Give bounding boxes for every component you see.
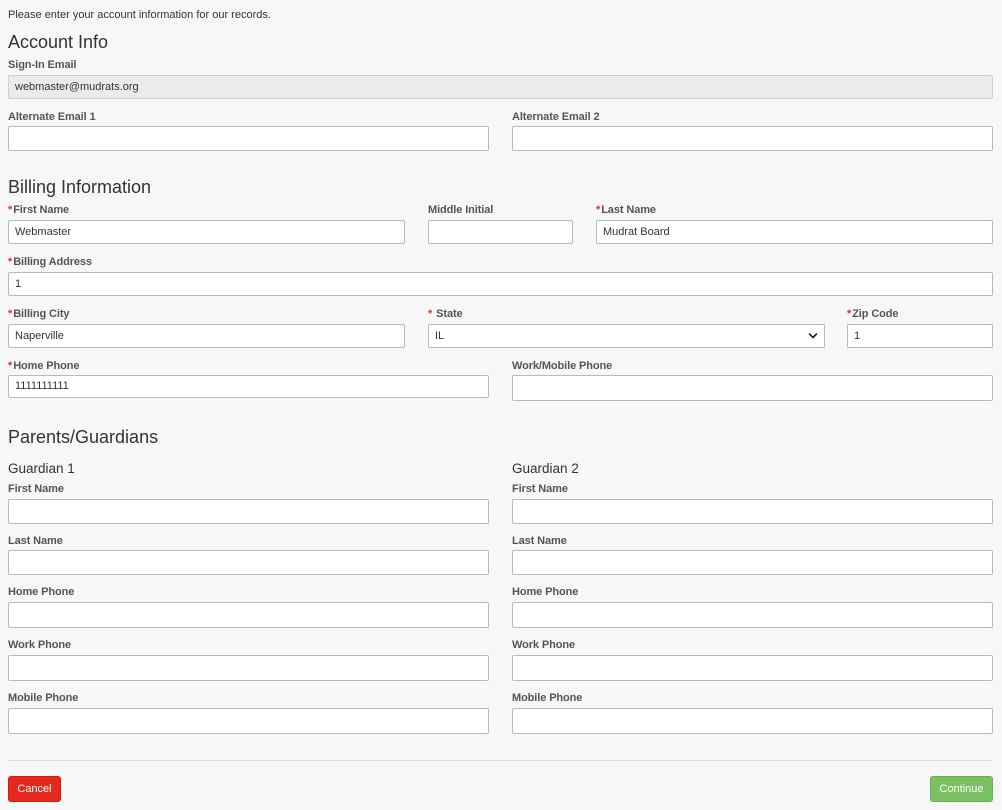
required-marker: *	[596, 204, 601, 216]
guardian-2-home-phone-label: Home Phone	[512, 586, 579, 598]
intro-text: Please enter your account information fo…	[8, 9, 271, 21]
last-name-label-text: Last Name	[601, 204, 656, 216]
first-name-input[interactable]: Webmaster	[8, 220, 405, 244]
guardian-1-home-phone-label: Home Phone	[8, 586, 75, 598]
work-mobile-phone-input[interactable]	[512, 375, 993, 401]
home-phone-label: *Home Phone	[8, 360, 80, 372]
first-name-label: *First Name	[8, 204, 69, 216]
home-phone-label-text: Home Phone	[13, 360, 80, 372]
guardian-2-last-name-label: Last Name	[512, 535, 567, 547]
signin-email-field: webmaster@mudrats.org	[8, 75, 993, 99]
work-mobile-phone-label: Work/Mobile Phone	[512, 360, 613, 372]
guardian-1-work-phone-input[interactable]	[8, 655, 489, 681]
continue-button[interactable]: Continue	[930, 776, 993, 802]
signin-email-label: Sign-In Email	[8, 59, 77, 71]
account-info-heading: Account Info	[8, 32, 109, 52]
middle-initial-label: Middle Initial	[428, 204, 494, 216]
guardian-1-last-name-label: Last Name	[8, 535, 63, 547]
required-marker: *	[8, 204, 13, 216]
middle-initial-input[interactable]	[428, 220, 573, 244]
zip-code-label: *Zip Code	[847, 308, 899, 320]
guardian-2-first-name-label: First Name	[512, 483, 568, 495]
zip-code-label-text: Zip Code	[852, 308, 899, 320]
billing-city-label-text: Billing City	[13, 308, 70, 320]
chevron-down-icon	[808, 333, 818, 339]
state-label: * State	[428, 308, 463, 320]
alternate-email-1-input[interactable]	[8, 126, 489, 151]
guardian-1-mobile-phone-input[interactable]	[8, 708, 489, 734]
guardian-2-mobile-phone-input[interactable]	[512, 708, 993, 734]
guardian-2-home-phone-input[interactable]	[512, 602, 993, 628]
guardian-2-last-name-input[interactable]	[512, 550, 993, 575]
last-name-input[interactable]: Mudrat Board	[596, 220, 993, 244]
alternate-email-1-label: Alternate Email 1	[8, 111, 96, 123]
guardian-2-title: Guardian 2	[512, 461, 579, 476]
alternate-email-2-input[interactable]	[512, 126, 993, 151]
state-selected-value: IL	[435, 330, 445, 342]
guardian-1-work-phone-label: Work Phone	[8, 639, 71, 651]
guardian-2-work-phone-label: Work Phone	[512, 639, 575, 651]
billing-address-input[interactable]: 1	[8, 272, 993, 296]
required-marker: *	[8, 360, 13, 372]
billing-city-label: *Billing City	[8, 308, 70, 320]
state-select[interactable]: IL	[428, 324, 825, 348]
guardian-1-first-name-input[interactable]	[8, 499, 489, 524]
guardian-1-mobile-phone-label: Mobile Phone	[8, 692, 79, 704]
footer-divider	[8, 760, 993, 761]
guardian-1-home-phone-input[interactable]	[8, 602, 489, 628]
first-name-label-text: First Name	[13, 204, 70, 216]
state-label-text: State	[436, 308, 463, 320]
guardian-2-work-phone-input[interactable]	[512, 655, 993, 681]
guardians-heading: Parents/Guardians	[8, 427, 159, 447]
billing-city-input[interactable]: Naperville	[8, 324, 405, 348]
guardian-1-first-name-label: First Name	[8, 483, 64, 495]
alternate-email-2-label: Alternate Email 2	[512, 111, 600, 123]
required-marker: *	[8, 256, 13, 268]
required-marker: *	[428, 308, 433, 320]
required-marker: *	[8, 308, 13, 320]
guardian-2-mobile-phone-label: Mobile Phone	[512, 692, 583, 704]
required-marker: *	[847, 308, 852, 320]
billing-address-label: *Billing Address	[8, 256, 92, 268]
last-name-label: *Last Name	[596, 204, 656, 216]
guardian-1-title: Guardian 1	[8, 461, 75, 476]
zip-code-input[interactable]: 1	[847, 324, 993, 348]
guardian-1-last-name-input[interactable]	[8, 550, 489, 575]
billing-info-heading: Billing Information	[8, 177, 152, 197]
guardian-2-first-name-input[interactable]	[512, 499, 993, 524]
billing-address-label-text: Billing Address	[13, 256, 92, 268]
home-phone-input[interactable]: 1111111111	[8, 375, 489, 398]
cancel-button[interactable]: Cancel	[8, 776, 61, 802]
